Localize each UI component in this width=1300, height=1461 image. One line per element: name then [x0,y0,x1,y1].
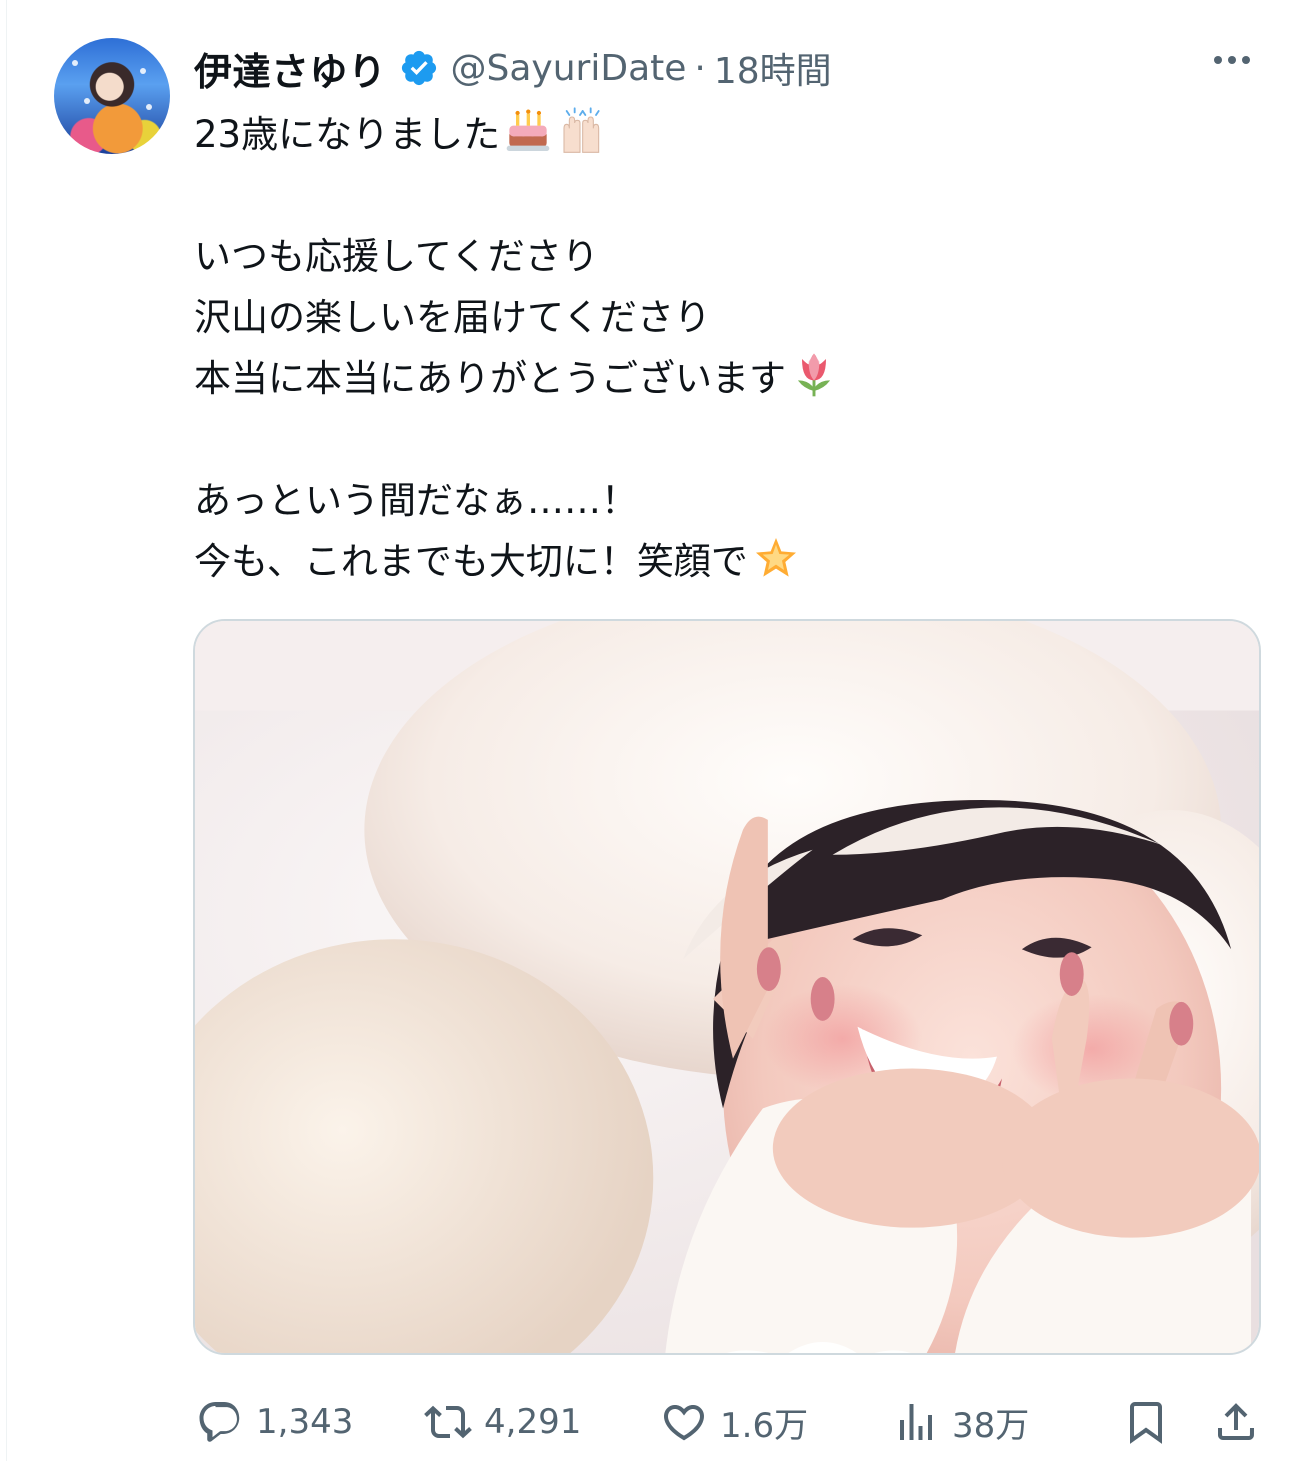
reply-icon [199,1402,240,1442]
reply-count: 1,343 [256,1402,354,1442]
reply-button[interactable]: 1,343 [196,1390,353,1454]
header-separator: · [694,47,706,89]
avatar-sparkle [72,60,78,66]
avatar-sparkle [146,104,152,110]
tweet-line: 沢山の楽しいを届けてくださり [194,296,711,339]
tulip-icon [798,353,830,397]
bookmark-button[interactable] [1122,1390,1170,1454]
tweet-line: いつも応援してくださり [194,235,599,278]
photo-content [195,621,1259,1353]
retweet-count: 4,291 [484,1402,582,1442]
tweet-timestamp[interactable]: 18時間 [714,42,832,94]
tweet-header: 伊達さゆり @SayuriDate · 18時間 [194,40,832,96]
views-count: 38万 [952,1405,1030,1446]
like-count: 1.6万 [720,1405,809,1446]
birthday-cake-icon [506,109,550,151]
verified-badge-icon[interactable] [399,48,439,88]
tweet-actions-bar: 1,343 4,291 1.6万 38万 [192,1390,1262,1454]
bookmark-icon [1130,1402,1162,1444]
author-display-name[interactable]: 伊達さゆり [194,41,387,96]
views-button[interactable]: 38万 [892,1390,1029,1454]
glowing-star-icon [755,538,796,577]
author-avatar[interactable] [54,38,170,154]
raising-hands-icon [563,107,600,153]
avatar-sparkle [140,68,146,74]
views-icon [900,1404,932,1440]
tweet-line: 本当に本当にありがとうございます [194,348,1254,409]
author-handle[interactable]: @SayuriDate [451,48,687,89]
like-icon [663,1405,705,1441]
avatar-sparkle [84,98,90,104]
tweet-line: 今も、これまでも大切に！笑顔で [194,531,1254,592]
like-button[interactable]: 1.6万 [660,1390,808,1454]
tweet-line: あっという間だなぁ……！ [194,479,638,522]
share-icon [1218,1403,1254,1440]
retweet-button[interactable]: 4,291 [424,1390,581,1454]
tweet-line: 23歳になりました [194,104,1254,165]
share-button[interactable] [1212,1390,1260,1454]
more-options-icon[interactable] [1214,56,1250,64]
tweet-text: 23歳になりました いつも応援してくださり 沢山の楽しいを届けてくださり 本当に… [194,104,1254,592]
tweet-photo[interactable] [193,619,1261,1355]
timeline-border [6,0,7,1461]
retweet-icon [424,1405,472,1439]
